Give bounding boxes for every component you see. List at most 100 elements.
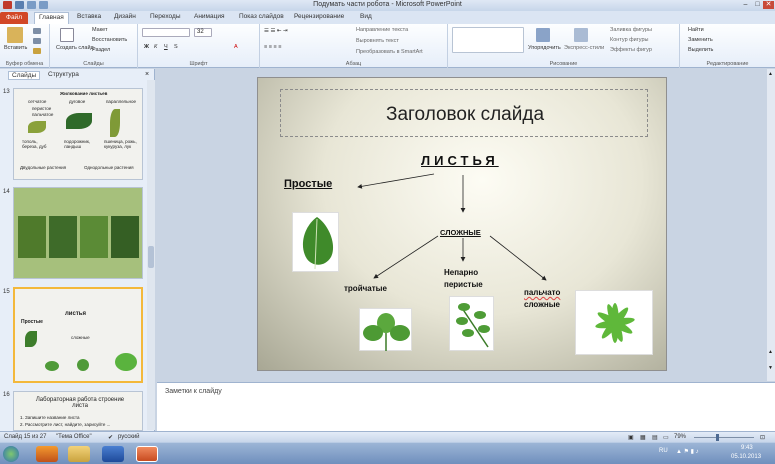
arrange-icon[interactable] [536,28,550,42]
input-language[interactable]: RU [659,448,668,454]
paste-button[interactable]: Вставить [4,45,27,51]
slide-scrollbar[interactable]: ▲ ▲ ▼ [767,69,775,381]
quick-styles-icon[interactable] [574,28,588,42]
clock-date[interactable]: 05.10.2013 [731,454,761,460]
shape-fill-button[interactable]: Заливка фигуры [610,27,652,33]
reset-button[interactable]: Восстановить [92,37,127,43]
tab-review[interactable]: Рецензирование [294,13,344,20]
label-simple: Простые [284,178,333,190]
font-name-field[interactable] [142,28,190,37]
firefox-icon[interactable] [36,446,58,462]
label-pinnate-1: Непарно [444,268,479,277]
next-slide-icon[interactable]: ▼ [768,365,774,371]
find-button[interactable]: Найти [688,27,704,33]
tab-design[interactable]: Дизайн [114,13,136,20]
bold-icon[interactable]: Ж [144,44,149,50]
new-slide-icon[interactable] [60,28,74,42]
tab-view[interactable]: Вид [360,13,372,20]
close-panel-icon[interactable]: × [145,71,149,78]
slide-thumbnail[interactable]: Лабораторная работа строение листа 1. За… [13,391,143,431]
tray-icons[interactable]: ▲ ⚑ ▮ ♪ [676,448,699,455]
word-icon[interactable] [102,446,124,462]
slide-thumbnail[interactable]: Жилкование листьев сетчатое дуговое пара… [13,88,143,180]
scroll-up-icon[interactable]: ▲ [768,71,774,77]
group-label: Редактирование [706,61,749,67]
italic-icon[interactable]: К [154,44,157,50]
simple-leaf-image[interactable] [292,212,339,272]
group-drawing: Упорядочить Экспресс-стили Заливка фигур… [448,24,680,68]
powerpoint-icon[interactable] [136,446,158,462]
font-size-field[interactable]: 32 [194,28,212,37]
thumb-title: Жилкование листьев [60,91,108,96]
leaf-photo [111,216,139,258]
tab-transitions[interactable]: Переходы [150,13,181,20]
thumbnails-scrollbar[interactable] [147,80,155,430]
clock-time[interactable]: 9:43 [741,445,753,451]
view-reading-icon[interactable]: ▤ [652,434,658,441]
language-status[interactable]: русский [118,434,140,440]
layout-button[interactable]: Макет [92,27,108,33]
align-text-button[interactable]: Выровнять текст [356,38,399,44]
maximize-icon[interactable]: □ [752,1,763,9]
select-button[interactable]: Выделить [688,47,713,53]
explorer-icon[interactable] [68,446,90,462]
font-color-icon[interactable]: A [234,44,238,50]
thumb-text: перистое [32,106,52,111]
section-button[interactable]: Раздел [92,47,110,53]
notes-pane[interactable]: Заметки к слайду [157,382,775,431]
view-slideshow-icon[interactable]: ▭ [663,434,669,441]
trifoliate-leaf-image[interactable] [359,308,412,351]
new-slide-button[interactable]: Создать слайд [56,45,94,51]
slide-counter: Слайд 15 из 27 [4,434,47,440]
text-direction-button[interactable]: Направление текста [356,27,408,33]
start-button-icon[interactable] [3,446,19,462]
zoom-slider-thumb[interactable] [716,434,719,441]
spellcheck-icon[interactable]: ✔ [108,434,113,441]
ribbon: Вставить Буфер обмена Создать слайд Маке… [0,24,775,68]
view-sorter-icon[interactable]: ▦ [640,434,646,441]
underline-icon[interactable]: Ч [164,44,168,50]
notes-placeholder[interactable]: Заметки к слайду [165,388,222,395]
thumb-title: листья [65,311,86,317]
shapes-gallery[interactable] [452,27,524,53]
leaf-image [110,109,120,137]
minimize-icon[interactable]: – [740,1,751,9]
format-painter-icon[interactable] [33,48,41,54]
fit-slide-icon[interactable]: ⊡ [760,434,765,441]
tab-slides-panel[interactable]: Слайды [8,71,41,80]
close-icon[interactable]: ✕ [763,1,774,9]
slide-number: 15 [3,289,10,295]
tab-home[interactable]: Главная [34,12,69,24]
arrange-button[interactable]: Упорядочить [528,45,561,51]
zoom-level[interactable]: 79% [674,434,686,440]
paste-icon[interactable] [7,27,23,43]
group-paragraph: ☰ ☰ ⇤ ⇥ ≡ ≡ ≡ ≡ Направление текста Выров… [260,24,448,68]
shape-outline-button[interactable]: Контур фигуры [610,37,648,43]
align-icons[interactable]: ≡ ≡ ≡ ≡ [264,44,281,50]
tab-file[interactable]: Файл [0,12,28,24]
copy-icon[interactable] [33,38,41,44]
pinnate-leaf-image[interactable] [449,296,494,351]
strikethrough-icon[interactable]: S [174,44,178,50]
bullets-icon[interactable]: ☰ ☰ ⇤ ⇥ [264,28,288,34]
prev-slide-icon[interactable]: ▲ [768,349,774,355]
quick-styles-button[interactable]: Экспресс-стили [564,45,604,51]
palmate-leaf-image[interactable] [575,290,653,355]
slide-thumbnail-selected[interactable]: листья Простые сложные [13,287,143,383]
zoom-slider[interactable] [694,437,754,438]
shape-effects-button[interactable]: Эффекты фигур [610,47,652,53]
group-label: Шрифт [189,61,208,67]
thumb-text: пальчатое [32,112,54,117]
slide-thumbnail[interactable] [13,187,143,279]
tab-insert[interactable]: Вставка [77,13,101,20]
slide-canvas[interactable]: Заголовок слайда ЛИСТЬЯ Простые СЛОЖНЫЕ … [257,77,667,371]
tab-animations[interactable]: Анимация [194,13,225,20]
scroll-thumb[interactable] [148,246,154,268]
view-normal-icon[interactable]: ▣ [628,434,634,441]
tab-slideshow[interactable]: Показ слайдов [239,13,284,20]
tab-outline-panel[interactable]: Структура [48,71,79,78]
replace-button[interactable]: Заменить [688,37,713,43]
group-editing: Найти Заменить Выделить Редактирование [680,24,775,68]
smartart-button[interactable]: Преобразовать в SmartArt [356,49,423,55]
cut-icon[interactable] [33,28,41,34]
